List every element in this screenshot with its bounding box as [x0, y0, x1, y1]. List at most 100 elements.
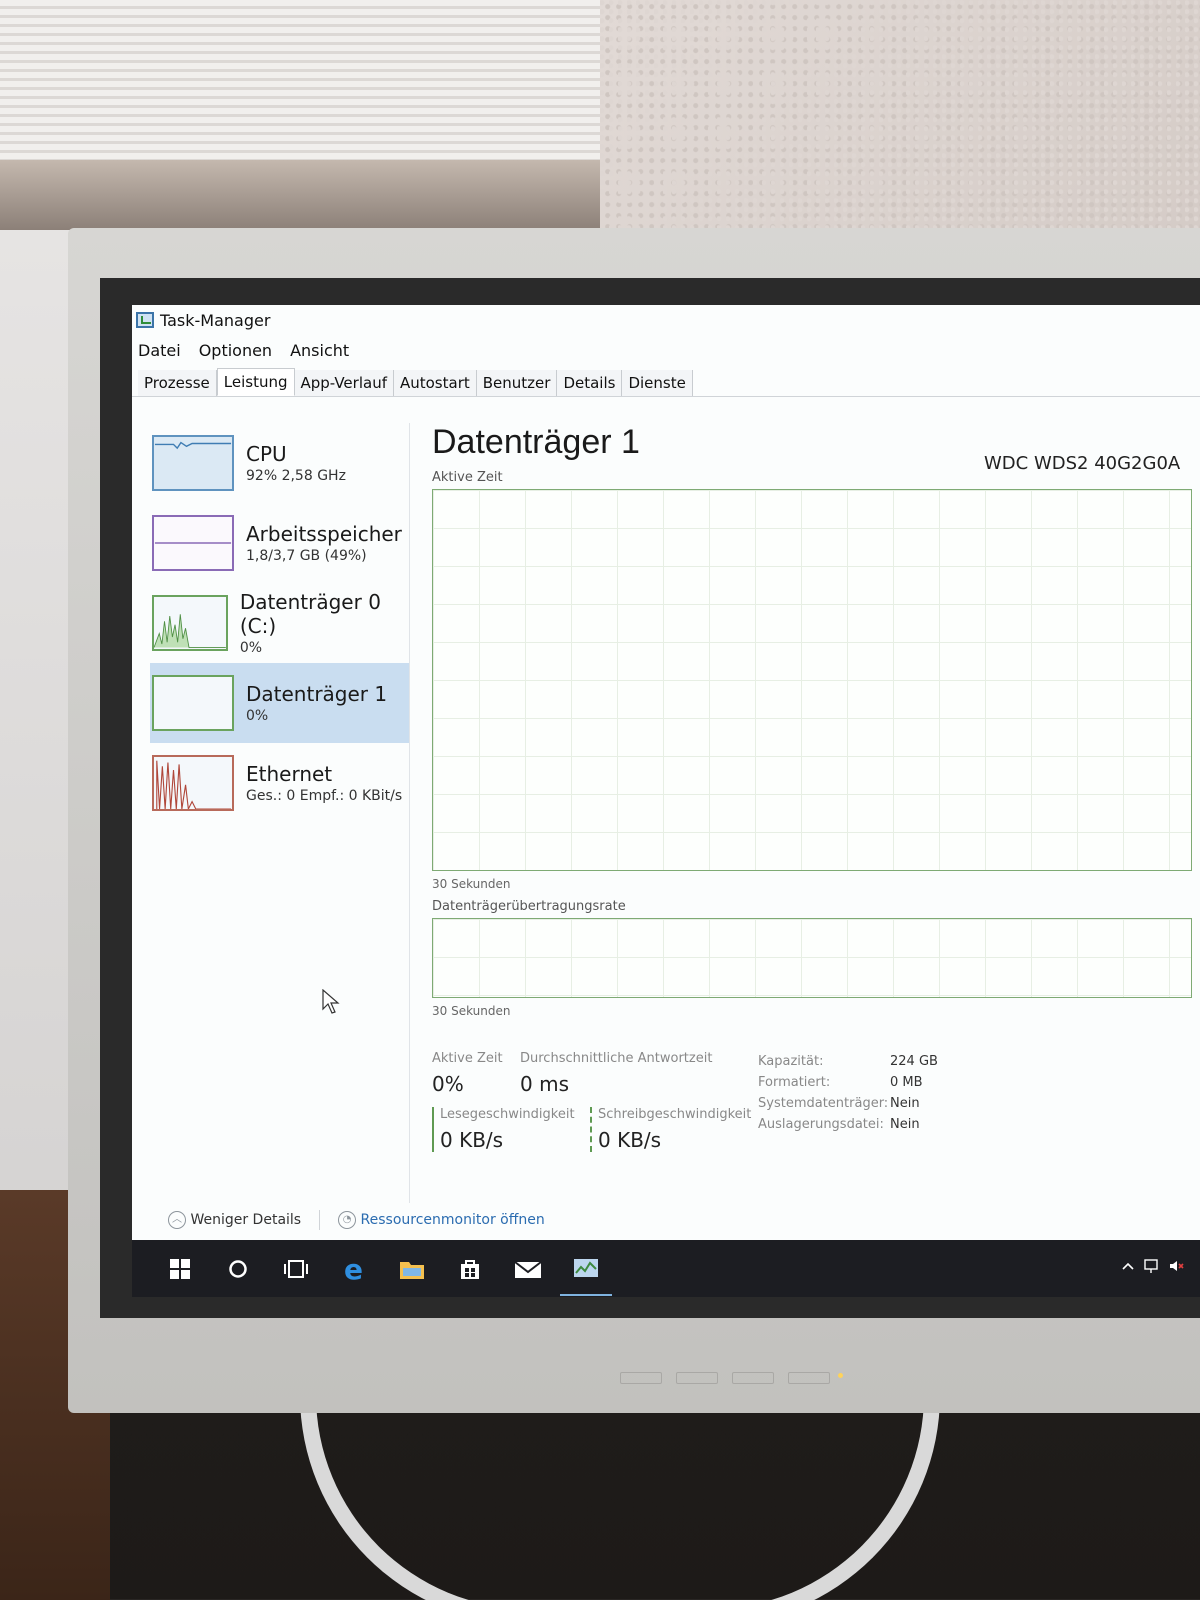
mouse-cursor-icon [322, 989, 340, 1014]
fewer-details-button[interactable]: ︿ Weniger Details [168, 1211, 301, 1229]
stat-value: 0 KB/s [598, 1128, 662, 1152]
disk-model: WDC WDS2 40G2G0A [984, 453, 1181, 474]
tab-dienste[interactable]: Dienste [622, 370, 693, 396]
sidebar-item-text: Arbeitsspeicher 1,8/3,7 GB (49%) [246, 522, 402, 564]
property-value: 224 GB [890, 1054, 938, 1069]
stat-label: Lesegeschwindigkeit [440, 1107, 575, 1122]
cpu-mini-graph [154, 441, 232, 450]
background-window-blinds [0, 0, 600, 160]
property-row: Systemdatenträger: Nein [758, 1093, 938, 1114]
title-bar: Task-Manager [132, 305, 1200, 335]
property-row: Kapazität: 224 GB [758, 1051, 938, 1072]
tab-benutzer[interactable]: Benutzer [476, 370, 558, 396]
tab-app-verlauf[interactable]: App-Verlauf [294, 370, 394, 396]
menu-optionen[interactable]: Optionen [199, 341, 272, 360]
window-title: Task-Manager [160, 310, 271, 330]
svg-text:e: e [344, 1256, 363, 1282]
sidebar-item-label: Ethernet [246, 762, 333, 786]
taskbar: e [132, 1240, 1200, 1297]
power-led [838, 1373, 843, 1378]
chevron-up-icon[interactable] [1120, 1258, 1136, 1274]
property-value: 0 MB [890, 1075, 923, 1090]
tab-leistung[interactable]: Leistung [216, 368, 295, 396]
memory-mini-graph [154, 542, 232, 544]
property-key: Systemdatenträger: [758, 1096, 889, 1111]
fewer-details-label: Weniger Details [190, 1212, 302, 1228]
resource-monitor-icon: ◔ [338, 1211, 357, 1229]
resource-monitor-label: Ressourcenmonitor öffnen [360, 1212, 545, 1228]
disk0-thumbnail-graph [152, 595, 228, 651]
cpu-thumbnail-graph [152, 435, 234, 491]
stat-value: 0 ms [520, 1072, 569, 1096]
sidebar-item-text: Ethernet Ges.: 0 Empf.: 0 KBit/s [246, 762, 402, 804]
disk-statistics: Aktive Zeit 0% Durchschnittliche Antwort… [432, 1051, 1192, 1191]
sidebar-item-text: Datenträger 1 0% [246, 682, 387, 724]
sidebar-item-text: Datenträger 0 (C:) 0% [240, 590, 409, 656]
sidebar-item-label: Datenträger 0 (C:) [239, 590, 381, 638]
stat-value: 0% [432, 1072, 464, 1096]
property-row: Auslagerungsdatei: Nein [758, 1114, 938, 1135]
background-shelf [0, 160, 600, 230]
task-view-icon[interactable] [282, 1255, 310, 1283]
stat-read-speed: Lesegeschwindigkeit 0 KB/s [432, 1107, 575, 1152]
sidebar-item-datentraeger-1[interactable]: Datenträger 1 0% [150, 663, 409, 743]
memory-thumbnail-graph [152, 515, 234, 571]
disk1-thumbnail-graph [152, 675, 234, 731]
sidebar-item-label: Datenträger 1 [246, 682, 388, 706]
monitor-cable [300, 1395, 940, 1600]
sidebar-item-arbeitsspeicher[interactable]: Arbeitsspeicher 1,8/3,7 GB (49%) [150, 503, 409, 583]
active-time-chart [432, 489, 1192, 871]
sidebar-item-label: Arbeitsspeicher [246, 522, 402, 546]
property-row: Formatiert: 0 MB [758, 1072, 938, 1093]
chevron-up-icon: ︿ [168, 1211, 186, 1229]
property-value: Nein [890, 1117, 920, 1132]
stat-label: Aktive Zeit [432, 1051, 503, 1066]
tab-details[interactable]: Details [557, 370, 623, 396]
sidebar-item-ethernet[interactable]: Ethernet Ges.: 0 Empf.: 0 KBit/s [150, 743, 409, 823]
menu-datei[interactable]: Datei [138, 341, 181, 360]
sidebar-item-cpu[interactable]: CPU 92% 2,58 GHz [150, 423, 409, 503]
system-tray [1120, 1258, 1184, 1274]
stat-active-time: Aktive Zeit 0% [432, 1051, 503, 1096]
windows-start-icon[interactable] [166, 1255, 194, 1283]
ethernet-thumbnail-graph [152, 755, 234, 811]
speaker-muted-icon[interactable] [1168, 1258, 1184, 1274]
task-manager-window: Task-Manager Datei Optionen Ansicht Proz… [132, 305, 1200, 1297]
resource-monitor-link[interactable]: ◔ Ressourcenmonitor öffnen [338, 1211, 545, 1229]
sidebar-item-value: 0% [239, 640, 263, 656]
sidebar-item-datentraeger-0[interactable]: Datenträger 0 (C:) 0% [150, 583, 409, 663]
network-icon[interactable] [1144, 1258, 1160, 1274]
monitor-button [788, 1372, 830, 1384]
task-manager-taskbar-icon[interactable] [560, 1255, 612, 1296]
property-key: Kapazität: [758, 1054, 824, 1069]
monitor-button [676, 1372, 718, 1384]
monitor-button [620, 1372, 662, 1384]
property-value: Nein [890, 1096, 920, 1111]
ethernet-mini-graph [156, 760, 232, 809]
active-time-axis-label: 30 Sekunden [432, 877, 511, 891]
menu-ansicht[interactable]: Ansicht [290, 341, 349, 360]
stat-label: Durchschnittliche Antwortzeit [520, 1051, 713, 1066]
transfer-rate-axis-label: 30 Sekunden [432, 1004, 511, 1018]
edge-browser-icon[interactable]: e [340, 1255, 368, 1283]
search-circle-icon[interactable] [224, 1255, 252, 1283]
store-icon[interactable] [456, 1255, 484, 1283]
sidebar-item-value: 92% 2,58 GHz [246, 468, 346, 484]
stat-value: 0 KB/s [440, 1128, 504, 1152]
tab-prozesse[interactable]: Prozesse [138, 370, 217, 396]
sidebar-item-text: CPU 92% 2,58 GHz [246, 442, 346, 484]
disk-detail-panel: Datenträger 1 WDC WDS2 40G2G0A Aktive Ze… [432, 423, 1200, 1223]
mail-icon[interactable] [514, 1255, 542, 1283]
tab-autostart[interactable]: Autostart [393, 370, 477, 396]
tab-bar: Prozesse Leistung App-Verlauf Autostart … [132, 365, 1200, 397]
file-explorer-icon[interactable] [398, 1255, 426, 1283]
performance-sidebar: CPU 92% 2,58 GHz Arbeitsspeicher 1,8/3,7… [150, 423, 410, 1203]
task-manager-icon [136, 312, 154, 328]
footer-bar: ︿ Weniger Details ◔ Ressourcenmonitor öf… [168, 1210, 545, 1230]
property-key: Formatiert: [758, 1075, 831, 1090]
property-key: Auslagerungsdatei: [758, 1117, 884, 1132]
sidebar-item-value: Ges.: 0 Empf.: 0 KBit/s [246, 788, 403, 804]
stat-label: Schreibgeschwindigkeit [598, 1107, 752, 1122]
stat-average-response: Durchschnittliche Antwortzeit 0 ms [520, 1051, 712, 1096]
transfer-rate-chart-label: Datenträgerübertragungsrate [432, 899, 626, 914]
